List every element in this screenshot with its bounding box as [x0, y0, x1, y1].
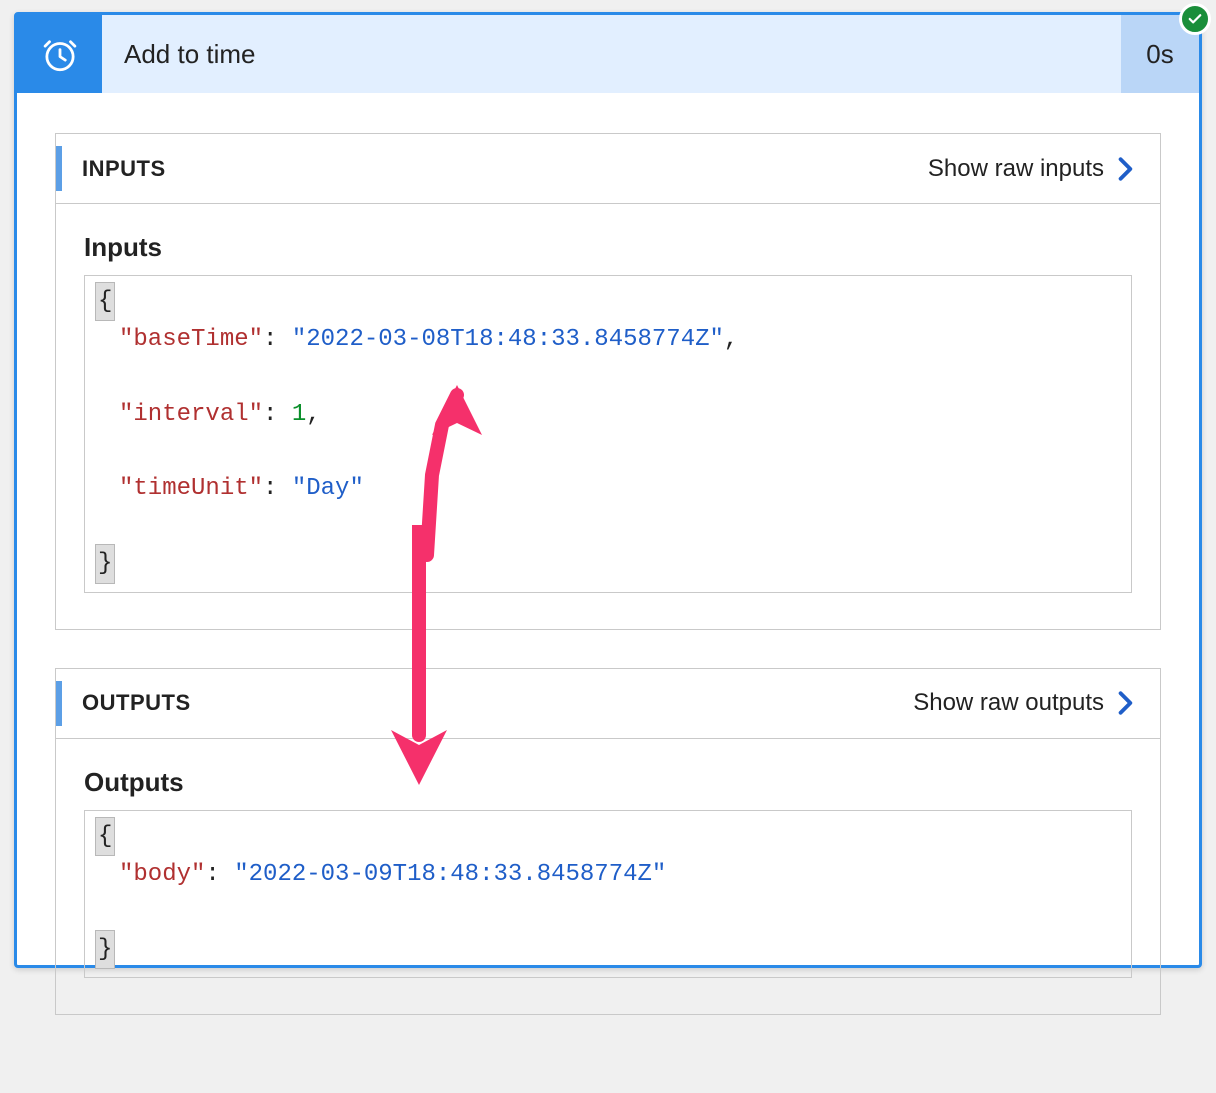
outputs-key-body: body: [133, 861, 191, 888]
outputs-panel-header: OUTPUTS Show raw outputs: [56, 669, 1160, 739]
inputs-val-interval: 1: [292, 401, 306, 428]
inputs-val-basetime: 2022-03-08T18:48:33.8458774Z: [306, 326, 709, 353]
chevron-right-icon: [1116, 690, 1136, 716]
card-title: Add to time: [102, 15, 1121, 93]
inputs-panel: INPUTS Show raw inputs Inputs { "baseTim…: [55, 133, 1161, 630]
inputs-key-interval: interval: [133, 401, 248, 428]
show-raw-outputs-button[interactable]: Show raw outputs: [913, 689, 1136, 717]
action-icon-box: [17, 15, 102, 93]
check-icon: [1186, 10, 1204, 28]
inputs-key-basetime: baseTime: [133, 326, 248, 353]
status-success-badge: [1179, 3, 1211, 35]
show-raw-inputs-label: Show raw inputs: [928, 155, 1104, 183]
outputs-panel-body: Outputs { "body": "2022-03-09T18:48:33.8…: [56, 739, 1160, 1015]
inputs-panel-label: INPUTS: [82, 156, 928, 182]
chevron-right-icon: [1116, 156, 1136, 182]
inputs-json: { "baseTime": "2022-03-08T18:48:33.84587…: [84, 275, 1132, 593]
outputs-val-body: 2022-03-09T18:48:33.8458774Z: [249, 861, 652, 888]
inputs-key-timeunit: timeUnit: [133, 475, 248, 502]
clock-icon: [39, 33, 81, 75]
card-body: INPUTS Show raw inputs Inputs { "baseTim…: [17, 93, 1199, 1093]
outputs-subtitle: Outputs: [84, 767, 1132, 798]
outputs-json: { "body": "2022-03-09T18:48:33.8458774Z"…: [84, 810, 1132, 979]
inputs-panel-header: INPUTS Show raw inputs: [56, 134, 1160, 204]
action-card: Add to time 0s INPUTS Show raw inputs In…: [14, 12, 1202, 968]
card-header[interactable]: Add to time 0s: [17, 15, 1199, 93]
show-raw-inputs-button[interactable]: Show raw inputs: [928, 155, 1136, 183]
outputs-panel-label: OUTPUTS: [82, 690, 913, 716]
inputs-val-timeunit: Day: [306, 475, 349, 502]
inputs-subtitle: Inputs: [84, 232, 1132, 263]
show-raw-outputs-label: Show raw outputs: [913, 689, 1104, 717]
outputs-panel: OUTPUTS Show raw outputs Outputs { "body…: [55, 668, 1161, 1016]
inputs-panel-body: Inputs { "baseTime": "2022-03-08T18:48:3…: [56, 204, 1160, 629]
